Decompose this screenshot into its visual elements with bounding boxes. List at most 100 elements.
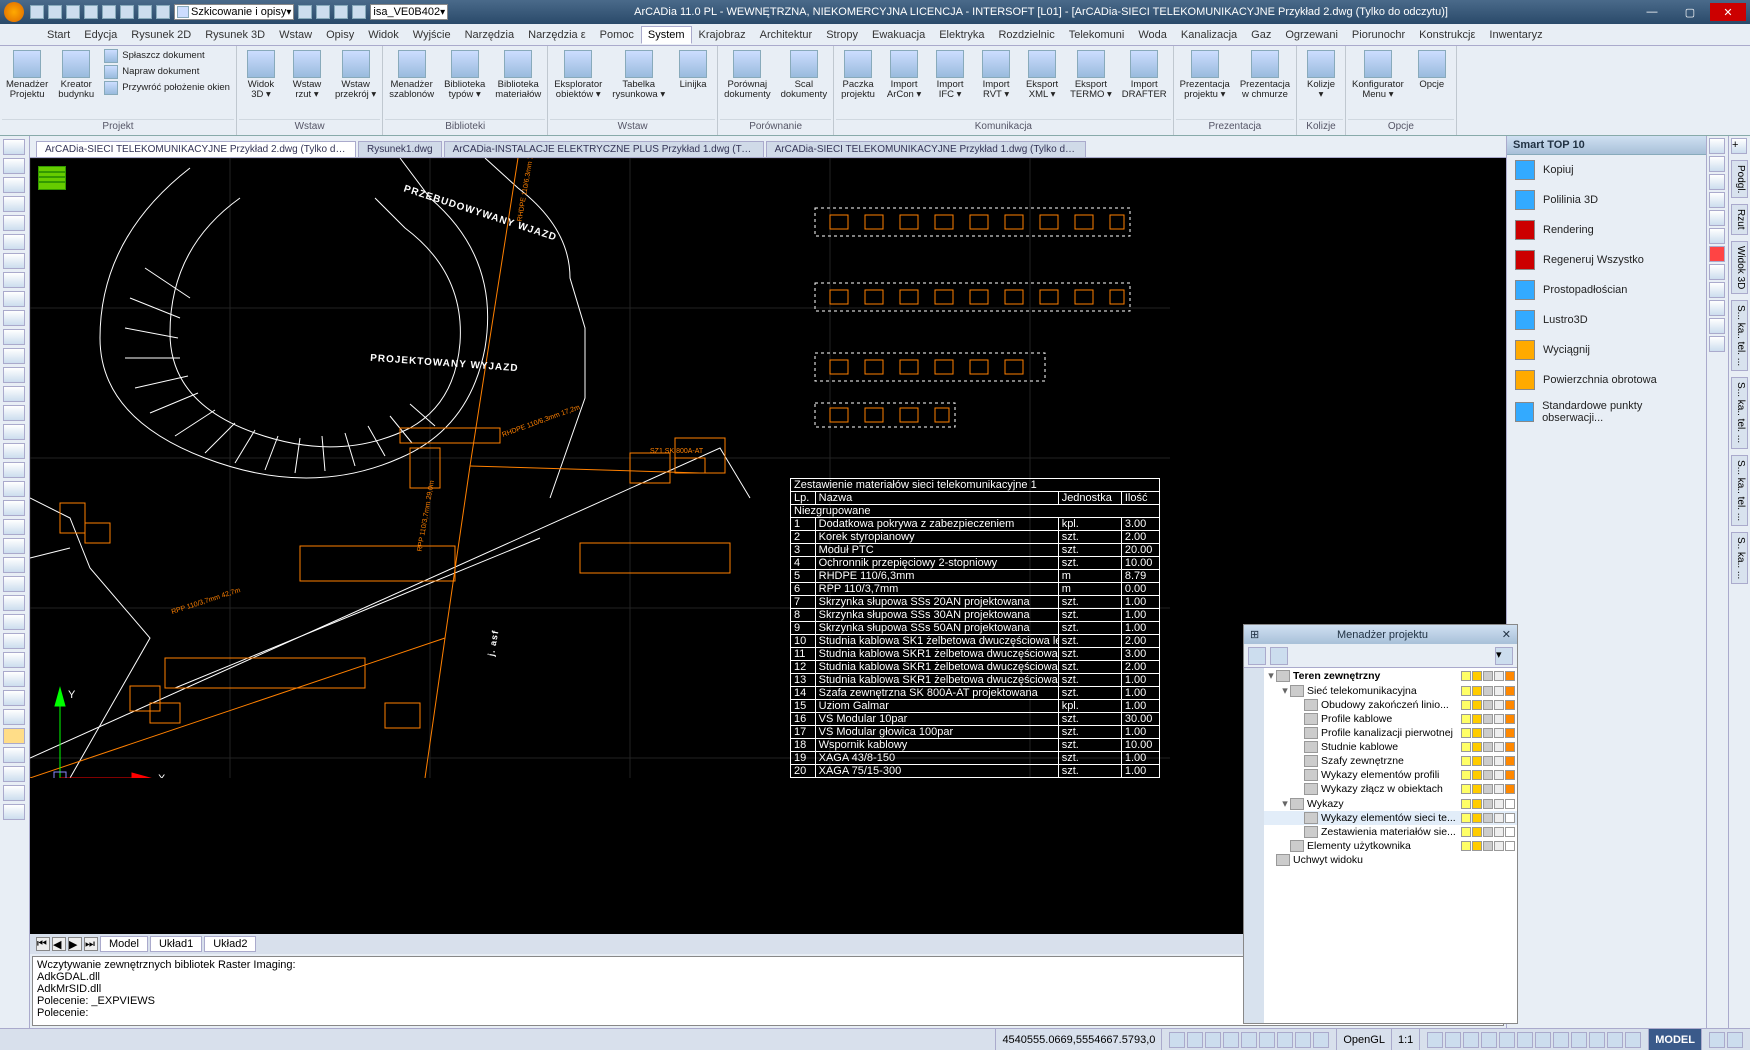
tool-icon[interactable] bbox=[3, 462, 25, 478]
tool-icon[interactable] bbox=[3, 576, 25, 592]
status-icon[interactable] bbox=[1313, 1032, 1329, 1048]
ribbon-button[interactable]: Kolizje▾ bbox=[1299, 48, 1343, 102]
menu-tab[interactable]: Edycja bbox=[77, 26, 124, 44]
tool-icon[interactable] bbox=[3, 690, 25, 706]
smart-top-item[interactable]: Polilinia 3D bbox=[1507, 185, 1706, 215]
color-swatch[interactable] bbox=[1505, 714, 1515, 724]
tree-row[interactable]: Elementy użytkownika bbox=[1264, 839, 1517, 853]
lock-icon[interactable] bbox=[1483, 686, 1493, 696]
menu-tab[interactable]: Start bbox=[40, 26, 77, 44]
ribbon-button[interactable]: Spłaszcz dokument bbox=[100, 48, 234, 64]
ribbon-button[interactable]: Wstawrzut ▾ bbox=[285, 48, 329, 102]
status-icon[interactable] bbox=[1607, 1032, 1623, 1048]
status-icon[interactable] bbox=[1535, 1032, 1551, 1048]
document-tab[interactable]: ArCADia-INSTALACJE ELEKTRYCZNE PLUS Przy… bbox=[444, 141, 764, 157]
tool-icon[interactable] bbox=[3, 633, 25, 649]
tool-icon[interactable] bbox=[3, 595, 25, 611]
color-swatch[interactable] bbox=[1505, 799, 1515, 809]
ribbon-button[interactable]: Eksploratorobiektów ▾ bbox=[550, 48, 606, 102]
color-swatch[interactable] bbox=[1505, 671, 1515, 681]
lock-icon[interactable] bbox=[1483, 770, 1493, 780]
tool-icon[interactable] bbox=[3, 500, 25, 516]
tool-icon[interactable] bbox=[3, 443, 25, 459]
tree-row[interactable]: Profile kanalizacji pierwotnej bbox=[1264, 726, 1517, 740]
tool-icon[interactable] bbox=[3, 785, 25, 801]
smart-top-item[interactable]: Kopiuj bbox=[1507, 155, 1706, 185]
qat-icon[interactable] bbox=[156, 5, 170, 19]
visibility-icon[interactable] bbox=[1461, 686, 1471, 696]
lock-icon[interactable] bbox=[1483, 784, 1493, 794]
tool-icon[interactable] bbox=[3, 139, 25, 155]
ribbon-button[interactable]: Scaldokumenty bbox=[777, 48, 831, 102]
freeze-icon[interactable] bbox=[1472, 756, 1482, 766]
visibility-icon[interactable] bbox=[1461, 756, 1471, 766]
qat-icon[interactable] bbox=[352, 5, 366, 19]
ribbon-button[interactable]: Menadżerszablonów bbox=[385, 48, 438, 102]
lock-icon[interactable] bbox=[1483, 742, 1493, 752]
tool-icon[interactable] bbox=[3, 747, 25, 763]
freeze-icon[interactable] bbox=[1472, 799, 1482, 809]
qat-icon[interactable] bbox=[66, 5, 80, 19]
visibility-icon[interactable] bbox=[1461, 799, 1471, 809]
tree-row[interactable]: Obudowy zakończeń linio... bbox=[1264, 698, 1517, 712]
visibility-icon[interactable] bbox=[1461, 827, 1471, 837]
status-icon[interactable] bbox=[1709, 1032, 1725, 1048]
menu-tab[interactable]: Rysunek 3D bbox=[198, 26, 272, 44]
status-icon[interactable] bbox=[1571, 1032, 1587, 1048]
project-manager-panel[interactable]: ⊞Menadżer projektu✕ ▾ Projekt ▾Teren zew… bbox=[1243, 624, 1518, 1024]
tool-icon[interactable] bbox=[3, 671, 25, 687]
tool-icon[interactable] bbox=[3, 481, 25, 497]
tree-row[interactable]: Zestawienia materiałów sie... bbox=[1264, 825, 1517, 839]
color-swatch[interactable] bbox=[1505, 827, 1515, 837]
menu-tab[interactable]: Piorunochr bbox=[1345, 26, 1412, 44]
tool-icon[interactable] bbox=[3, 291, 25, 307]
tool-icon[interactable] bbox=[1709, 336, 1725, 352]
pmgr-close-icon[interactable]: ✕ bbox=[1502, 628, 1511, 641]
status-icon[interactable] bbox=[1259, 1032, 1275, 1048]
smart-top-item[interactable]: Regeneruj Wszystko bbox=[1507, 245, 1706, 275]
ribbon-button[interactable]: Prezentacjaw chmurze bbox=[1236, 48, 1294, 102]
tool-icon[interactable] bbox=[3, 158, 25, 174]
menu-tab[interactable]: Krajobraz bbox=[692, 26, 753, 44]
status-icon[interactable] bbox=[1727, 1032, 1743, 1048]
tool-icon[interactable] bbox=[3, 538, 25, 554]
menu-tab[interactable]: Narzędzia bbox=[458, 26, 522, 44]
freeze-icon[interactable] bbox=[1472, 827, 1482, 837]
menu-tab[interactable]: Woda bbox=[1131, 26, 1174, 44]
pmgr-tool-icon[interactable] bbox=[1248, 647, 1266, 665]
print-icon[interactable] bbox=[1494, 686, 1504, 696]
status-icon[interactable] bbox=[1625, 1032, 1641, 1048]
qat-icon[interactable] bbox=[102, 5, 116, 19]
color-swatch[interactable] bbox=[1505, 784, 1515, 794]
layout-tab[interactable]: Układ1 bbox=[150, 936, 202, 952]
layout-prev-button[interactable]: ◀ bbox=[52, 937, 66, 951]
right-vtab[interactable]: S.. ka.. ... bbox=[1731, 532, 1748, 584]
status-icon[interactable] bbox=[1169, 1032, 1185, 1048]
tree-row[interactable]: Szafy zewnętrzne bbox=[1264, 754, 1517, 768]
qat-icon[interactable] bbox=[298, 5, 312, 19]
lock-icon[interactable] bbox=[1483, 827, 1493, 837]
print-icon[interactable] bbox=[1494, 756, 1504, 766]
layer-combo[interactable]: isa_VE0B402 ▾ bbox=[370, 4, 448, 20]
menu-tab[interactable]: Architektur bbox=[753, 26, 820, 44]
status-icon[interactable] bbox=[1481, 1032, 1497, 1048]
tree-row[interactable]: Wykazy złącz w obiektach bbox=[1264, 782, 1517, 796]
ribbon-button[interactable]: KonfiguratorMenu ▾ bbox=[1348, 48, 1408, 102]
tool-icon[interactable] bbox=[3, 367, 25, 383]
visibility-icon[interactable] bbox=[1461, 700, 1471, 710]
tool-icon[interactable] bbox=[1709, 246, 1725, 262]
ribbon-button[interactable]: Przywróć położenie okien bbox=[100, 80, 234, 96]
menu-tab[interactable]: Rozdzielnic bbox=[991, 26, 1061, 44]
visibility-icon[interactable] bbox=[1461, 813, 1471, 823]
ribbon-button[interactable]: Paczkaprojektu bbox=[836, 48, 880, 102]
print-icon[interactable] bbox=[1494, 700, 1504, 710]
tool-icon[interactable] bbox=[1709, 210, 1725, 226]
tool-icon[interactable] bbox=[3, 272, 25, 288]
document-tab[interactable]: ArCADia-SIECI TELEKOMUNIKACYJNE Przykład… bbox=[766, 141, 1086, 157]
color-swatch[interactable] bbox=[1505, 686, 1515, 696]
smart-top-item[interactable]: Prostopadłościan bbox=[1507, 275, 1706, 305]
ribbon-button[interactable]: Opcje bbox=[1410, 48, 1454, 92]
tool-icon[interactable] bbox=[3, 386, 25, 402]
tool-icon[interactable] bbox=[3, 652, 25, 668]
freeze-icon[interactable] bbox=[1472, 742, 1482, 752]
